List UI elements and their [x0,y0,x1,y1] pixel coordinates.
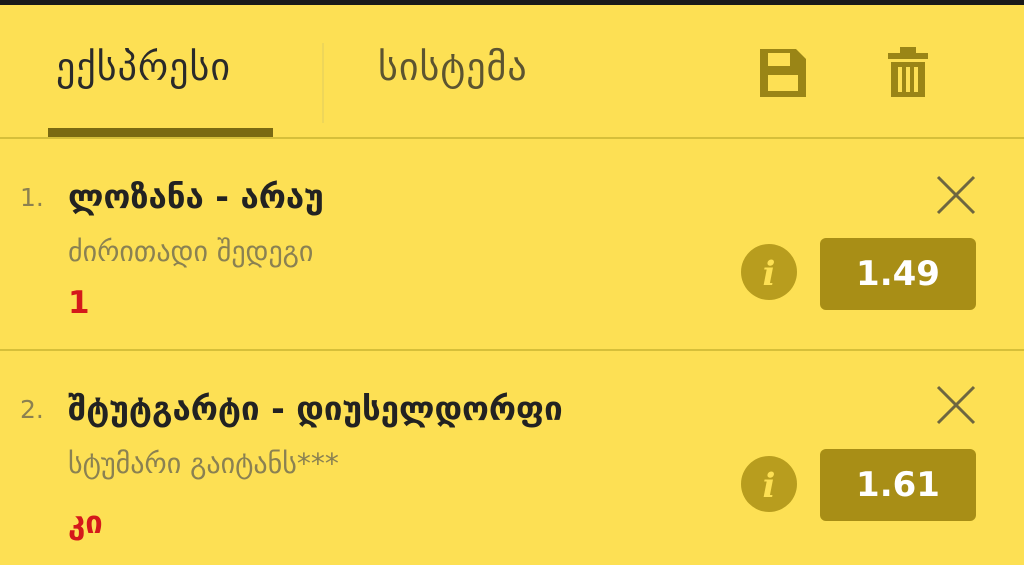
betslip-header: ექსპრესი სისტემა [0,5,1024,139]
bet-index: 1. [20,183,44,212]
bet-pick: კი [68,505,103,541]
bet-market: სტუმარი გაიტანს*** [68,447,339,480]
close-icon [936,385,976,425]
info-button[interactable]: i [740,243,798,301]
remove-bet-button[interactable] [930,169,982,221]
close-icon [936,175,976,215]
info-icon: i [741,456,797,512]
svg-text:i: i [763,466,776,506]
save-button[interactable] [752,43,812,103]
trash-icon [888,47,928,97]
svg-text:i: i [763,254,776,294]
save-icon [760,49,806,97]
delete-all-button[interactable] [878,43,938,103]
remove-bet-button[interactable] [930,379,982,431]
info-icon: i [741,244,797,300]
bet-index: 2. [20,395,44,424]
tab-divider [322,43,324,123]
bet-item: 2. შტუტგარტი - დიუსელდორფი სტუმარი გაიტა… [0,351,1024,565]
active-tab-indicator [48,128,273,137]
bet-item: 1. ლოზანა - არაუ ძირითადი შედეგი 1 i 1.4… [0,139,1024,351]
info-button[interactable]: i [740,455,798,513]
odds-button[interactable]: 1.61 [820,449,976,521]
bet-market: ძირითადი შედეგი [68,235,314,268]
tab-express[interactable]: ექსპრესი [56,45,231,89]
tab-system[interactable]: სისტემა [378,45,528,89]
bet-pick: 1 [68,285,90,321]
bet-teams: ლოზანა - არაუ [68,177,324,216]
bet-teams: შტუტგარტი - დიუსელდორფი [68,389,563,428]
odds-button[interactable]: 1.49 [820,238,976,310]
